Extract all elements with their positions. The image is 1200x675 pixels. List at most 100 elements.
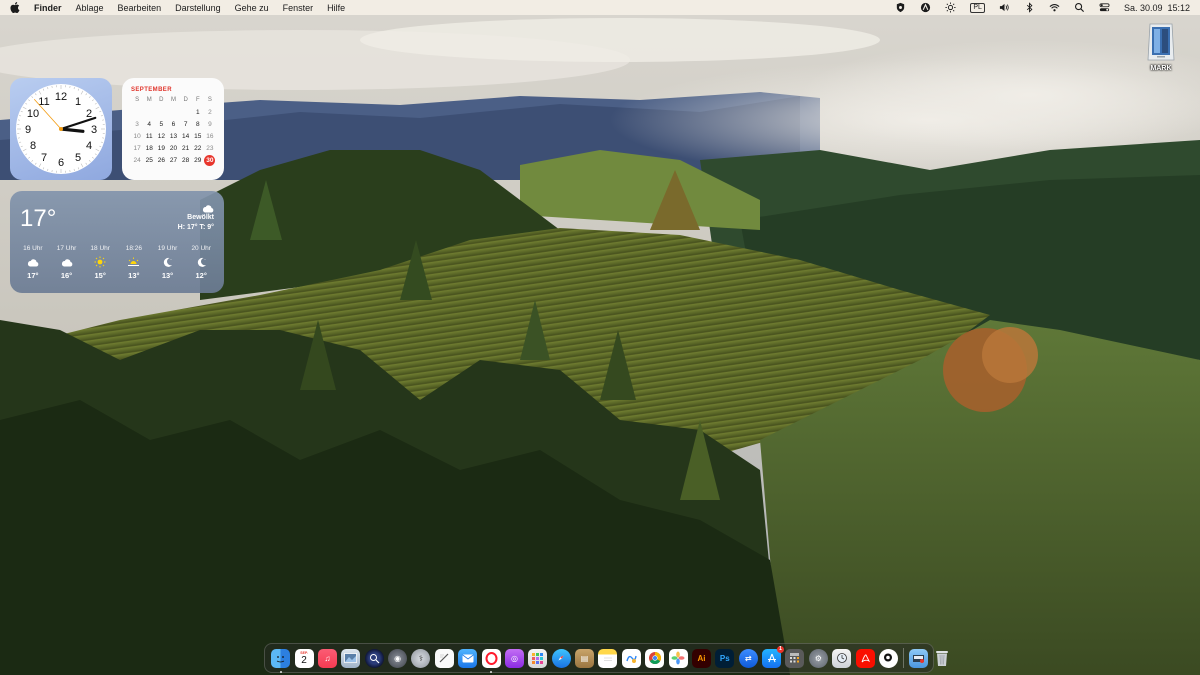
notes-icon[interactable]	[598, 648, 618, 668]
disk-utility-icon[interactable]: ⚕	[411, 648, 431, 668]
calendar-day[interactable]: 7	[180, 120, 192, 129]
clock-number-3: 3	[91, 124, 97, 136]
calendar-app-icon[interactable]: SEP. 2	[294, 648, 314, 668]
calendar-day[interactable]: 27	[167, 156, 179, 165]
textedit-icon[interactable]	[434, 648, 454, 668]
menu-fenster[interactable]: Fenster	[283, 3, 314, 13]
calendar-day[interactable]: 16	[204, 132, 216, 141]
moon-icon	[184, 255, 218, 269]
calendar-day[interactable]: 4	[143, 120, 155, 129]
apple-logo-icon[interactable]	[10, 2, 20, 13]
calendar-day[interactable]: 28	[180, 156, 192, 165]
cloud-icon	[16, 255, 50, 269]
shield-icon[interactable]	[895, 2, 906, 13]
chrome-icon[interactable]	[645, 648, 665, 668]
dock: SEP. 2 ♫ ◉ ⚕ ◎ ▤ Ai Ps ⇄ 1 ⚙	[264, 643, 949, 673]
calendar-day[interactable]: 19	[155, 144, 167, 153]
calendar-day[interactable]: 11	[143, 132, 155, 141]
launchpad-icon[interactable]	[528, 648, 548, 668]
menu-bar-left: Finder Ablage Bearbeiten Darstellung Geh…	[10, 2, 359, 13]
calendar-day-today[interactable]: 30	[204, 155, 216, 166]
calendar-day[interactable]: 21	[180, 144, 192, 153]
calendar-day[interactable]: 17	[131, 144, 143, 153]
menu-bearbeiten[interactable]: Bearbeiten	[118, 3, 162, 13]
sun-icon	[83, 255, 117, 269]
desktop-drive-mark[interactable]: MARK	[1142, 22, 1180, 72]
safari-icon[interactable]	[551, 648, 571, 668]
menu-app-name[interactable]: Finder	[34, 3, 62, 13]
clock-widget[interactable]: 12 1 2 3 4 5 6 7 8 9 10 11	[10, 78, 112, 180]
photoshop-icon[interactable]: Ps	[715, 648, 735, 668]
calendar-day[interactable]: 6	[167, 120, 179, 129]
desktop-drive-label: MARK	[1150, 65, 1172, 72]
menu-gehe-zu[interactable]: Gehe zu	[235, 3, 269, 13]
calendar-day[interactable]: 26	[155, 156, 167, 165]
calendar-day[interactable]: 29	[192, 156, 204, 165]
mail-icon[interactable]	[458, 648, 478, 668]
migration-assistant-icon[interactable]: ◉	[388, 648, 408, 668]
weather-hour-temp: 12°	[195, 271, 207, 280]
brightness-icon[interactable]	[945, 2, 956, 13]
weather-widget[interactable]: 17° Bewölkt H: 17° T: 9° 16 Uhr 17° 17 Uhr…	[10, 191, 224, 293]
wifi-icon[interactable]	[1049, 2, 1060, 13]
calendar-day[interactable]: 1	[192, 108, 204, 117]
music-icon[interactable]: ♫	[317, 648, 337, 668]
calendar-day[interactable]: 14	[180, 132, 192, 141]
volume-icon[interactable]	[999, 2, 1010, 13]
calendar-weekday-header: S	[135, 97, 140, 103]
finder-window-icon[interactable]	[832, 648, 852, 668]
app-store-icon[interactable]: 1	[762, 645, 785, 668]
finder-icon[interactable]	[271, 648, 291, 673]
calendar-day[interactable]: 20	[167, 144, 179, 153]
clock-number-9: 9	[25, 124, 31, 136]
magnifier-icon[interactable]	[364, 648, 384, 668]
menu-bar-right: PL Sa. 30.09 15:12	[881, 2, 1190, 13]
podcasts-icon[interactable]: ◎	[504, 648, 524, 668]
calendar-day[interactable]: 9	[204, 120, 216, 129]
clock-number-7: 7	[41, 152, 47, 164]
bluetooth-icon[interactable]	[1024, 2, 1035, 13]
webcam-icon[interactable]	[878, 648, 898, 668]
clock-number-8: 8	[30, 140, 36, 152]
menu-darstellung[interactable]: Darstellung	[175, 3, 221, 13]
app-store-update-badge: 1	[777, 645, 785, 653]
calendar-day[interactable]: 2	[204, 108, 216, 117]
acrobat-icon[interactable]	[855, 648, 875, 668]
calculator-icon[interactable]	[785, 648, 805, 668]
illustrator-icon[interactable]: Ai	[691, 648, 711, 668]
freeform-icon[interactable]	[621, 648, 641, 668]
preview-icon[interactable]	[341, 648, 361, 668]
menu-bar-clock[interactable]: Sa. 30.09 15:12	[1124, 3, 1190, 13]
calendar-day[interactable]: 12	[155, 132, 167, 141]
calendar-day[interactable]: 18	[143, 144, 155, 153]
spotlight-icon[interactable]	[1074, 2, 1085, 13]
menu-hilfe[interactable]: Hilfe	[327, 3, 345, 13]
calendar-day[interactable]: 23	[204, 144, 216, 153]
calendar-day[interactable]: 5	[155, 120, 167, 129]
calendar-day[interactable]: 22	[192, 144, 204, 153]
keyboard-input-icon[interactable]: PL	[970, 2, 985, 13]
control-center-icon[interactable]	[1099, 2, 1110, 13]
weather-hour-item: 16 Uhr 17°	[16, 245, 50, 280]
bartender-icon[interactable]	[920, 2, 931, 13]
calendar-weekday-header: D	[159, 97, 164, 103]
photos-icon[interactable]	[668, 648, 688, 668]
system-settings-icon[interactable]: ⚙	[808, 648, 828, 668]
weather-hour-time: 18 Uhr	[90, 245, 110, 252]
calendar-day-empty	[167, 108, 179, 117]
calendar-day[interactable]: 24	[131, 156, 143, 165]
menu-ablage[interactable]: Ablage	[76, 3, 104, 13]
calendar-day[interactable]: 10	[131, 132, 143, 141]
calendar-day[interactable]: 3	[131, 120, 143, 129]
calendar-weekday-header: M	[146, 97, 152, 103]
calendar-day[interactable]: 15	[192, 132, 204, 141]
trash-icon[interactable]	[933, 649, 952, 668]
teamviewer-icon[interactable]: ⇄	[738, 648, 758, 668]
calendar-widget[interactable]: SEPTEMBER S M D M D F S 1 2 3 4 5 6 7 8 9 10 11 12 13 14 15 16…	[122, 78, 224, 180]
calendar-day[interactable]: 8	[192, 120, 204, 129]
calendar-day[interactable]: 25	[143, 156, 155, 165]
downloads-folder-icon[interactable]	[909, 648, 929, 668]
calendar-day[interactable]: 13	[167, 132, 179, 141]
opera-icon[interactable]	[481, 648, 501, 673]
archive-utility-icon[interactable]: ▤	[575, 648, 595, 668]
